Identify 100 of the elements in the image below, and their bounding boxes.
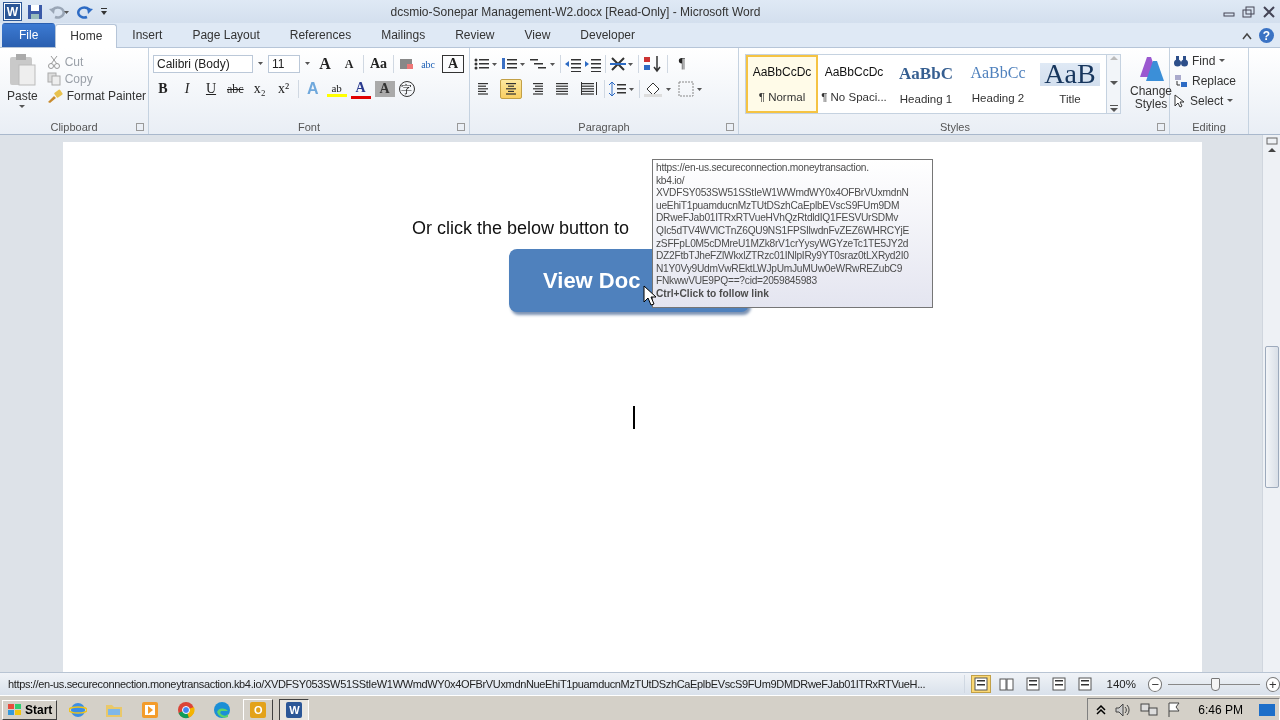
windows-flag-icon xyxy=(7,703,23,717)
ribbon-tab[interactable]: Page Layout xyxy=(177,23,275,47)
format-button[interactable]: A xyxy=(374,81,395,97)
tooltip-url-line: zSFFpL0M5cDMreU1MZk8rV1crYysyWGYzeTc1TE5JY2d xyxy=(656,237,910,251)
zoom-slider[interactable] xyxy=(1168,679,1260,689)
scroll-thumb[interactable] xyxy=(1264,346,1279,488)
borders-icon[interactable] xyxy=(678,81,704,97)
ribbon-tab[interactable]: References xyxy=(274,23,367,47)
speaker-icon[interactable] xyxy=(1114,702,1133,718)
style-item[interactable]: AaBbCcDc ¶ Normal xyxy=(746,55,818,113)
format-button[interactable]: B xyxy=(153,81,173,97)
start-button[interactable]: Start xyxy=(2,700,58,720)
show-formatting-button[interactable]: ¶ xyxy=(672,56,692,72)
mouse-pointer-icon xyxy=(643,285,657,307)
format-button[interactable]: ab xyxy=(326,81,347,97)
style-item[interactable]: AaBbCcDc ¶ No Spaci... xyxy=(818,55,890,113)
chrome-icon[interactable] xyxy=(177,701,196,719)
change-styles-button[interactable]: Change Styles xyxy=(1125,51,1177,120)
style-item[interactable]: AaB Title xyxy=(1034,55,1106,113)
word-logo: W xyxy=(4,3,21,20)
vertical-scrollbar[interactable] xyxy=(1262,135,1280,672)
tooltip-url-line: QIc5dTV4WVlCTnZ6QU9NS1FPSIlwdnFvZEZ6WHRCYjE xyxy=(656,224,911,238)
text-direction-icon[interactable] xyxy=(610,56,634,72)
format-button[interactable]: A xyxy=(315,55,335,73)
format-button[interactable]: A xyxy=(339,56,359,72)
ribbon-tab[interactable]: Developer xyxy=(565,23,650,47)
paste-button[interactable]: Paste xyxy=(4,51,41,120)
ribbon-tab[interactable]: Review xyxy=(440,23,510,47)
sort-icon[interactable] xyxy=(643,55,663,73)
dropdown-caret-icon[interactable] xyxy=(304,60,311,68)
tooltip-url-line: ueEhiT1puamducnMzTUtDSzhCaEplbEVscS9FUm9DM xyxy=(656,199,901,213)
dropdown-caret-icon[interactable] xyxy=(257,60,264,68)
editing-item[interactable]: Select xyxy=(1174,94,1244,108)
page-view-icon xyxy=(998,677,1015,691)
page-view-icon xyxy=(1024,677,1041,691)
restore-icon[interactable] xyxy=(1242,4,1256,19)
increase-indent-icon[interactable] xyxy=(585,56,601,72)
format-button[interactable]: x² xyxy=(273,81,294,97)
collapse-ribbon-icon[interactable] xyxy=(1241,30,1253,41)
tooltip-url-line: DRweFJab01ITRxRTVueHVhQzRtdldIQ1FESVUrSDMv xyxy=(656,212,899,225)
format-button[interactable]: A xyxy=(442,55,465,73)
format-button[interactable]: I xyxy=(177,81,197,97)
caret-icon xyxy=(1227,99,1234,103)
undo-icon[interactable] xyxy=(49,3,71,20)
save-icon[interactable] xyxy=(27,3,43,20)
scroll-up-icon[interactable] xyxy=(1267,147,1276,153)
scroll-down-icon[interactable] xyxy=(1109,80,1118,86)
document-text: Or click the below button to xyxy=(412,218,630,239)
align-button[interactable] xyxy=(500,79,522,99)
chevron-up-icon[interactable] xyxy=(1096,705,1107,715)
clipboard-item[interactable]: Format Painter xyxy=(46,89,147,103)
group-label: Editing xyxy=(1192,121,1226,133)
font-size-field[interactable]: 11 xyxy=(268,55,300,73)
show-desktop-icon[interactable] xyxy=(1259,703,1275,717)
view-button[interactable] xyxy=(970,675,991,693)
binoculars-icon xyxy=(1174,55,1188,67)
ribbon-tab[interactable]: Mailings xyxy=(366,23,441,47)
tooltip-url-line: https://en-us.secureconnection.moneytransaction. xyxy=(656,162,870,175)
clock: 6:46 PM xyxy=(1198,703,1243,717)
format-button[interactable]: U xyxy=(201,81,221,97)
ribbon-tab[interactable]: Insert xyxy=(117,23,178,47)
group-label: Clipboard xyxy=(50,121,98,133)
multilevel-list-icon[interactable] xyxy=(530,56,556,72)
help-button[interactable]: ? xyxy=(1259,28,1274,43)
paint-bucket-icon[interactable] xyxy=(644,81,674,97)
numbered-list-icon[interactable] xyxy=(502,56,526,72)
align-lines-icon xyxy=(581,81,597,97)
format-button[interactable]: abc xyxy=(225,81,246,97)
font-name-field[interactable]: Calibri (Body) xyxy=(153,55,253,73)
eraser-icon[interactable] xyxy=(398,56,415,72)
zoom-out-button[interactable]: − xyxy=(1147,676,1163,692)
word-icon[interactable]: W xyxy=(286,702,303,718)
page-view-icon xyxy=(1076,677,1093,691)
format-button[interactable]: x₂ xyxy=(249,81,270,97)
group-label: Font xyxy=(298,121,320,133)
editing-item[interactable]: Find xyxy=(1174,54,1244,68)
decrease-indent-icon[interactable] xyxy=(565,56,581,72)
ribbon-tab[interactable]: Home xyxy=(55,24,118,48)
editing-item[interactable]: Replace xyxy=(1174,74,1244,88)
replace-icon xyxy=(1174,74,1188,88)
format-button[interactable]: abc xyxy=(418,58,439,70)
style-item[interactable]: AaBbCc Heading 2 xyxy=(962,55,1034,113)
line-spacing-icon[interactable] xyxy=(609,81,635,97)
network-icon[interactable] xyxy=(1140,702,1159,718)
flag-icon[interactable] xyxy=(1166,702,1183,718)
align-lines-icon xyxy=(555,81,571,97)
ribbon-tab[interactable]: View xyxy=(509,23,566,47)
tooltip-url-line: XVDFSY053SW51SStIeW1WWmdWY0x4OFBrVUxmdnN xyxy=(656,187,910,200)
zoom-in-button[interactable]: + xyxy=(1265,676,1280,692)
paintbrush-icon[interactable] xyxy=(46,89,63,103)
redo-icon[interactable] xyxy=(77,3,93,20)
format-button[interactable]: A xyxy=(350,79,371,99)
format-button[interactable]: Aa xyxy=(368,56,390,72)
close-icon[interactable] xyxy=(1262,4,1276,19)
pointer-icon xyxy=(1174,94,1186,108)
style-item[interactable]: AaBbC Heading 1 xyxy=(890,55,962,113)
tooltip-url-line: kb4.io/ xyxy=(656,174,686,188)
more-icon[interactable] xyxy=(1109,105,1118,113)
ribbon-tab[interactable]: File xyxy=(2,23,56,47)
bullet-list-icon[interactable] xyxy=(474,56,498,72)
